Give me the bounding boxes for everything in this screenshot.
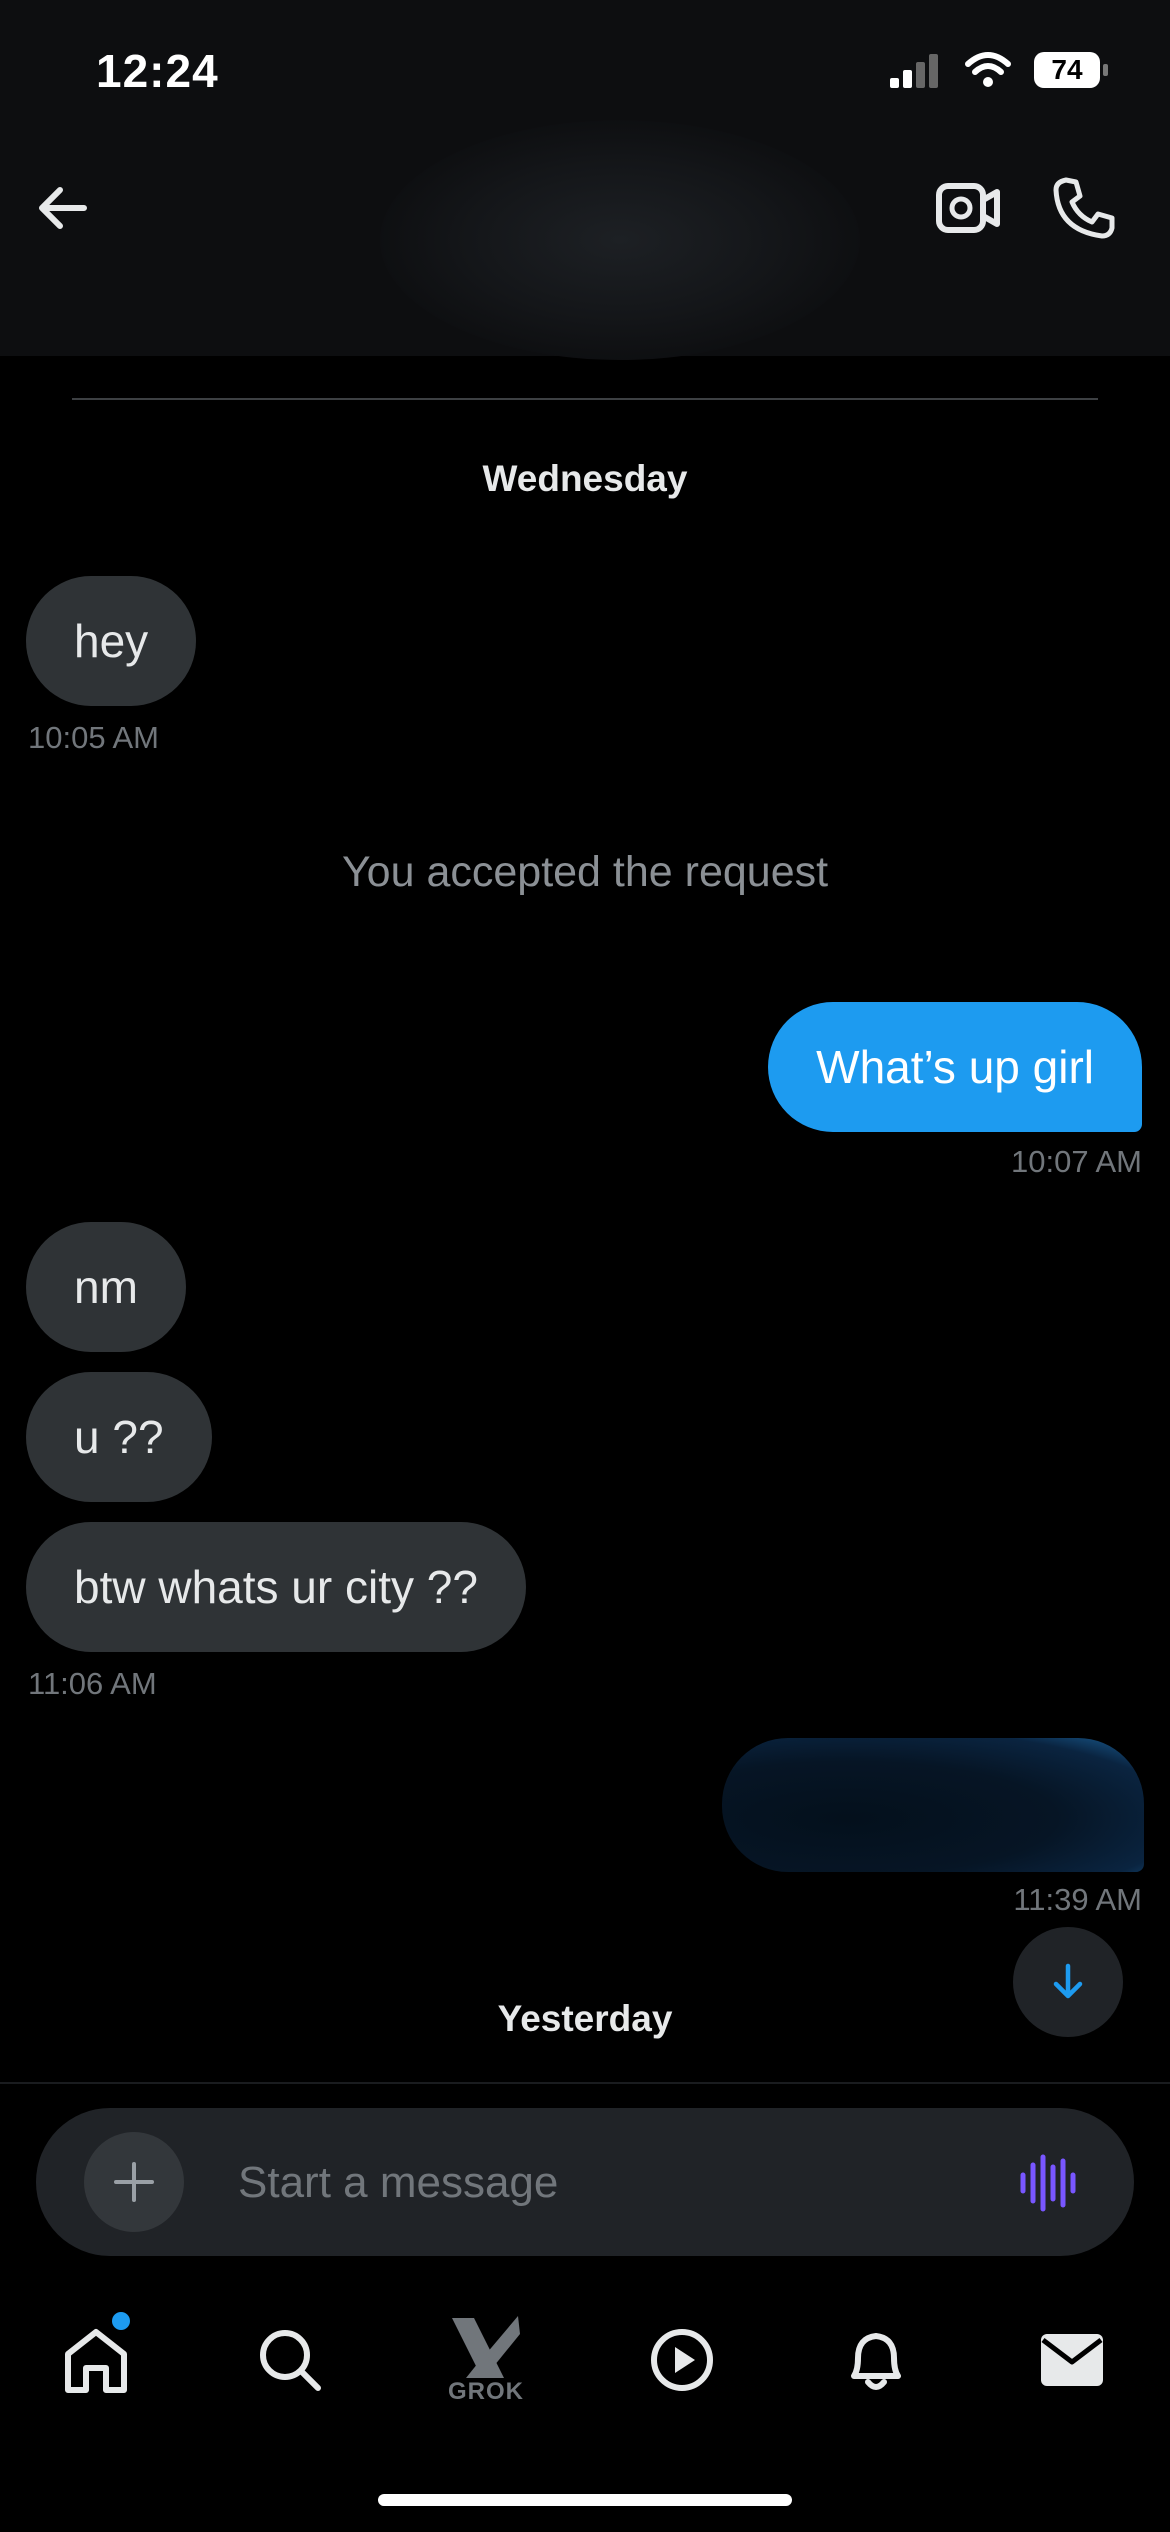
request-accepted-notice: You accepted the request — [341, 848, 829, 896]
tab-messages[interactable] — [1012, 2300, 1132, 2420]
day-separator-wednesday: Wednesday — [482, 458, 688, 499]
play-icon — [651, 2329, 713, 2391]
voice-wave-icon — [1020, 2154, 1076, 2212]
status-time: 12:24 — [96, 45, 219, 97]
battery-indicator: 74 — [1034, 52, 1108, 88]
incoming-message-nm[interactable]: nm — [26, 1222, 186, 1352]
header-divider — [72, 398, 1098, 400]
message-timestamp: 11:06 AM — [28, 1666, 157, 1701]
video-call-icon — [936, 183, 1000, 233]
home-notification-dot — [112, 2312, 130, 2330]
search-icon — [260, 2330, 321, 2391]
grok-label: GROK — [448, 2378, 524, 2405]
back-button[interactable] — [26, 172, 98, 244]
grok-icon — [452, 2316, 520, 2378]
back-arrow-icon — [39, 187, 87, 229]
outgoing-message-whats-up[interactable]: What’s up girl — [768, 1002, 1142, 1132]
incoming-message-hey[interactable]: hey — [26, 576, 197, 706]
add-attachment-button[interactable] — [84, 2132, 184, 2232]
mail-icon — [1041, 2334, 1103, 2386]
tab-search[interactable] — [230, 2300, 350, 2420]
signal-icon — [890, 54, 938, 88]
plus-icon — [114, 2162, 154, 2202]
bell-icon — [851, 2333, 901, 2390]
composer-divider — [0, 2082, 1170, 2084]
voice-message-button[interactable] — [1012, 2148, 1082, 2218]
day-separator-yesterday: Yesterday — [497, 1998, 673, 2039]
home-indicator — [378, 2494, 792, 2506]
home-icon — [65, 2329, 127, 2393]
message-timestamp: 10:05 AM — [28, 720, 159, 755]
message-composer — [36, 2108, 1134, 2256]
video-call-button[interactable] — [930, 172, 1006, 244]
incoming-message-city[interactable]: btw whats ur city ?? — [26, 1522, 526, 1652]
tab-grok[interactable]: GROK — [426, 2300, 546, 2420]
tab-home[interactable] — [36, 2300, 156, 2420]
tab-notifications[interactable] — [816, 2300, 936, 2420]
status-icons: 74 — [888, 52, 1108, 88]
tab-video[interactable] — [622, 2300, 742, 2420]
header-avatar-blurred — [380, 120, 860, 360]
message-timestamp: 10:07 AM — [1011, 1144, 1142, 1179]
wifi-icon — [965, 52, 1011, 87]
message-input[interactable] — [236, 2142, 1000, 2224]
phone-call-button[interactable] — [1046, 170, 1122, 246]
outgoing-message-redacted[interactable] — [722, 1738, 1144, 1872]
incoming-message-u[interactable]: u ?? — [26, 1372, 212, 1502]
phone-icon — [1053, 177, 1115, 239]
message-timestamp: 11:39 AM — [1013, 1882, 1142, 1917]
